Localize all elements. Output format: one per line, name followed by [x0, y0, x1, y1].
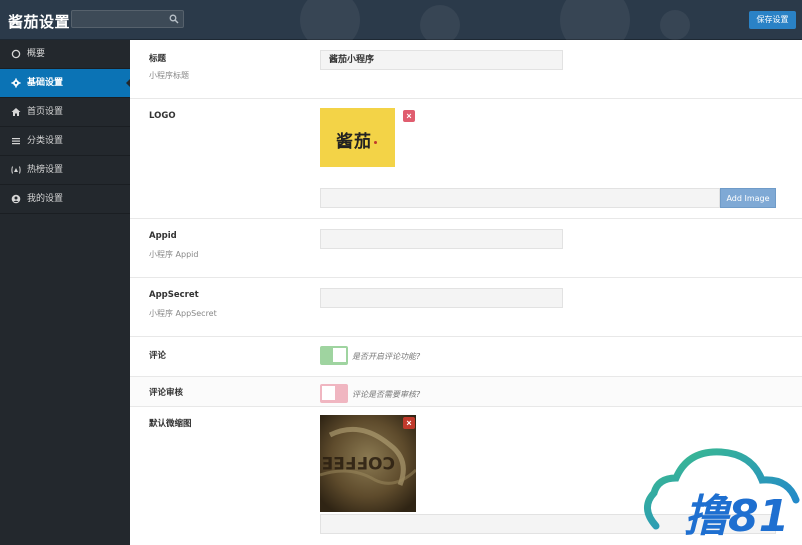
form-row-comment: 评论 是否开启评论功能? [130, 337, 802, 377]
header-decoration [420, 5, 460, 45]
logo-dot [374, 141, 377, 144]
sidebar-item-label: 首页设置 [27, 107, 64, 117]
circle-outline-icon [11, 49, 21, 59]
sidebar-item-label: 我的设置 [27, 194, 64, 204]
sidebar-item-label: 热榜设置 [27, 165, 64, 175]
field-label: 标题 [149, 54, 167, 64]
field-label: AppSecret [149, 290, 199, 300]
default-thumbnail-image: COFFEE [320, 415, 416, 512]
cloud-logo-graphic: 撸81 [644, 448, 800, 542]
form-row-comment-review: 评论审核 评论是否需要审核? [130, 377, 802, 407]
remove-thumbnail-button[interactable]: × [403, 417, 415, 429]
logo-url-input[interactable] [320, 188, 720, 208]
toggle-hint: 是否开启评论功能? [352, 352, 421, 361]
watermark-logo: 撸81 [636, 438, 802, 545]
coffee-sack-graphic: COFFEE [320, 415, 416, 512]
sidebar-item-category-settings[interactable]: 分类设置 [0, 127, 130, 156]
form-row-logo: LOGO 酱茄 × Add Image [130, 99, 802, 219]
toggle-hint: 评论是否需要审核? [352, 390, 421, 399]
remove-logo-button[interactable]: × [403, 110, 415, 122]
sidebar-item-label: 概要 [27, 49, 46, 59]
comment-toggle[interactable] [320, 346, 348, 365]
sidebar-item-overview[interactable]: 概要 [0, 40, 130, 69]
search-icon[interactable] [169, 14, 179, 24]
form-row-appid: Appid 小程序 Appid [130, 219, 802, 278]
gear-icon [11, 78, 21, 88]
field-label: 评论 [149, 351, 167, 361]
add-image-button[interactable]: Add Image [720, 188, 776, 208]
sidebar-item-my-settings[interactable]: 我的设置 [0, 185, 130, 214]
app-title: 酱茄设置 [8, 13, 71, 31]
sidebar-item-basic-settings[interactable]: 基础设置 [0, 69, 131, 98]
close-icon: × [406, 418, 412, 428]
watermark-text: 撸81 [684, 491, 789, 542]
top-bar: 酱茄设置 保存设置 [0, 0, 802, 55]
sidebar-item-home-settings[interactable]: 首页设置 [0, 98, 130, 127]
sidebar-item-trending-settings[interactable]: 热榜设置 [0, 156, 130, 185]
sidebar-item-label: 分类设置 [27, 136, 64, 146]
header-decoration [660, 10, 690, 40]
user-circle-icon [11, 194, 21, 204]
save-settings-button[interactable]: 保存设置 [749, 11, 796, 29]
close-icon: × [406, 111, 412, 121]
comment-review-toggle[interactable] [320, 384, 348, 403]
form-row-title: 标题 小程序标题 酱茄小程序 [130, 40, 802, 99]
logo-preview: 酱茄 [320, 108, 395, 167]
svg-text:COFFEE: COFFEE [322, 452, 395, 472]
form-row-appsecret: AppSecret 小程序 AppSecret [130, 278, 802, 337]
toggle-knob [322, 386, 335, 400]
sidebar-item-label: 基础设置 [27, 78, 64, 88]
sidebar: 概要 基础设置 首页设置 分类设置 热榜设置 我的设置 [0, 40, 131, 545]
toggle-knob [333, 348, 346, 362]
field-label: 默认微缩图 [149, 419, 192, 429]
trending-icon [11, 166, 21, 174]
field-description: 小程序 Appid [149, 250, 199, 259]
search-input[interactable] [71, 10, 184, 28]
appid-input[interactable] [320, 229, 563, 249]
list-icon [12, 138, 20, 145]
home-icon [11, 108, 21, 116]
field-description: 小程序标题 [149, 71, 189, 80]
appsecret-input[interactable] [320, 288, 563, 308]
field-label: 评论审核 [149, 388, 184, 398]
field-label: LOGO [149, 111, 176, 121]
field-label: Appid [149, 231, 177, 241]
field-description: 小程序 AppSecret [149, 309, 217, 318]
logo-text: 酱茄 [336, 132, 372, 152]
title-input[interactable]: 酱茄小程序 [320, 50, 563, 70]
